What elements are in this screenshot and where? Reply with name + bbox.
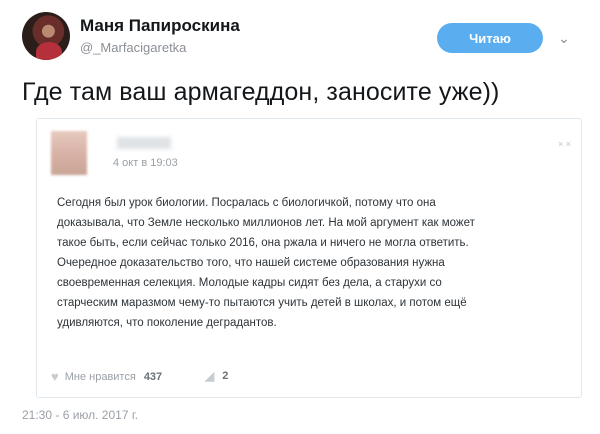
quoted-post[interactable]: 4 окт в 19:03 × × Сегодня был урок биоло… [36, 118, 582, 398]
author-avatar[interactable] [22, 12, 70, 60]
tweet-timestamp[interactable]: 21:30 - 6 июл. 2017 г. [22, 408, 138, 422]
quoted-name-blurred [117, 137, 171, 149]
quoted-body-line: Сегодня был урок биологии. Посралась с б… [57, 197, 436, 209]
comment-count: 2 [222, 370, 229, 382]
like-button[interactable]: ♥ Мне нравится 437 [51, 369, 162, 384]
quoted-body: Сегодня был урок биологии. Посралась с б… [57, 193, 557, 333]
heart-icon: ♥ [51, 369, 59, 384]
quoted-body-line: доказывала, что Земле несколько миллионо… [57, 217, 475, 229]
quoted-body-line: своевременная селекция. Молодые кадры си… [57, 277, 442, 289]
quoted-body-line: удивляются, что поколение деградантов. [57, 317, 277, 329]
follow-button[interactable]: Читаю [437, 23, 543, 53]
quoted-date: 4 окт в 19:03 [113, 157, 178, 169]
comment-button[interactable]: ◢ 2 [205, 369, 228, 383]
quoted-avatar-blurred [51, 131, 87, 175]
author-name[interactable]: Маня Папироскина [80, 16, 240, 36]
author-handle[interactable]: @_Marfacigaretka [80, 40, 186, 55]
quoted-body-line: такое быть, если сейчас только 2016, она… [57, 237, 469, 249]
like-label: Мне нравится [64, 370, 136, 383]
quoted-body-line: старческим маразмом чему-то пытаются учи… [57, 297, 467, 309]
quoted-body-line: Очередное доказательство того, что нашей… [57, 257, 445, 269]
close-icon: × × [557, 139, 571, 149]
megaphone-icon: ◢ [205, 369, 215, 383]
chevron-down-icon[interactable]: ⌄ [558, 30, 570, 47]
like-count: 437 [143, 370, 163, 383]
tweet-text: Где там ваш армагеддон, заносите уже)) [22, 78, 500, 106]
